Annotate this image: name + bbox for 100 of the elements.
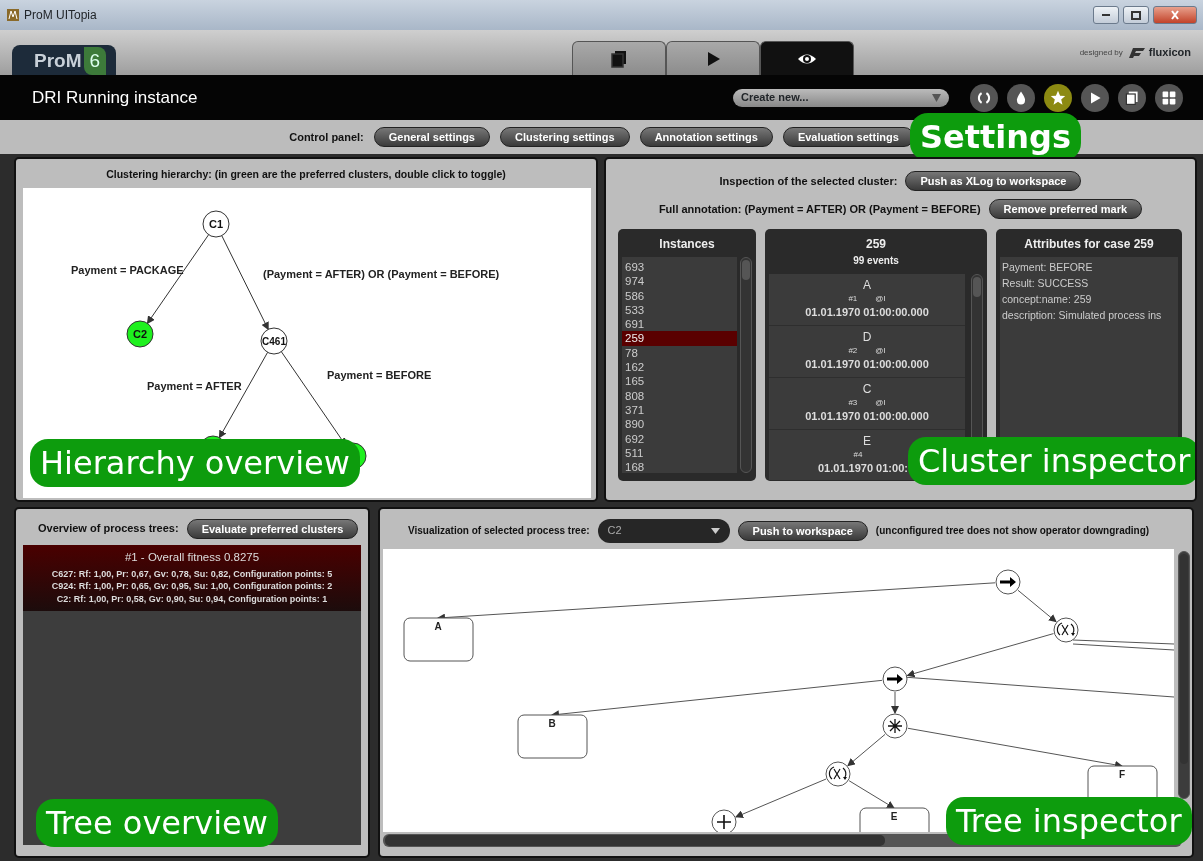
overview-label: Overview of process trees: [38,521,179,537]
remove-mark-button[interactable]: Remove preferred mark [988,199,1143,219]
attribute-text: description: Simulated process ins [1002,308,1163,323]
toolbar-button[interactable] [1081,83,1109,112]
annotation-text: Full annotation: (Payment = AFTER) OR (Payment = BEFORE) [658,201,981,217]
toolbar-button[interactable] [970,83,998,112]
event-index: #3 [848,398,858,408]
tree-edge [847,733,886,766]
settings-button[interactable]: Clustering settings [500,127,630,147]
event-index: #4 [853,450,863,460]
inspection-label: Inspection of the selected cluster: [719,173,898,189]
tree-dropdown[interactable]: C2 [597,518,730,543]
cluster-node[interactable]: C2 [126,320,154,348]
tree-edge [848,779,895,808]
push-xlog-button[interactable]: Push as XLog to workspace [905,171,1082,191]
instance-item[interactable]: 162 [622,360,737,375]
prom-logo: ProM 6 [12,45,117,75]
instance-item[interactable]: 974 [622,274,737,289]
instance-item[interactable]: 692 [622,431,737,446]
instance-title: DRI Running instance [32,86,198,109]
activity-node[interactable]: B [517,714,588,758]
cluster-node[interactable]: C461 [260,327,288,355]
column-title: Instances [658,236,716,253]
instance-item[interactable]: 511 [622,445,737,461]
view-tab[interactable] [665,41,760,75]
loop-operator-icon[interactable] [825,761,851,786]
designed-by-text: designed by [1079,46,1123,59]
result-title: #1 - Overall fitness 0.8275 [123,549,261,565]
tree-edge [891,691,899,714]
attribute-text: Payment: BEFORE [1002,260,1094,275]
view-tab[interactable] [759,41,854,75]
column-title: Attributes for case 259 [1023,236,1155,253]
instance-item[interactable]: 371 [622,402,737,418]
minimize-button[interactable] [1093,6,1119,24]
event-name: A [862,277,872,294]
toolbar-button[interactable] [1044,83,1072,112]
event-name: E [862,433,872,450]
or-operator-icon[interactable] [711,809,737,832]
push-workspace-button[interactable]: Push to workspace [737,520,868,541]
control-panel-label: Control panel: [289,129,364,145]
brand-text: fluxicon [1148,45,1191,61]
loop-operator-icon[interactable] [1053,617,1079,642]
instance-item[interactable]: 259 [622,331,737,346]
event-index: #2 [848,346,858,356]
close-button[interactable] [1153,6,1197,24]
maximize-button[interactable] [1123,6,1149,24]
instance-item[interactable]: 691 [622,317,737,332]
sequence-operator-icon[interactable] [995,569,1021,594]
copy-icon [608,48,629,69]
edge-label: (Payment = AFTER) OR (Payment = BEFORE) [263,267,500,280]
event-card[interactable]: C #3 @I 01.01.1970 01:00:00.000 [769,378,965,430]
trace-title: 259 [865,236,887,253]
edge-label: Payment = AFTER [147,379,242,392]
evaluate-button[interactable]: Evaluate preferred clusters [186,518,359,539]
result-text: C2: Rf: 1,00, Pr: 0,58, Gv: 0,90, Su: 0,94, Configuration points: 1 [55,592,329,606]
event-card[interactable]: D #2 @I 01.01.1970 01:00:00.000 [769,326,965,378]
sequence-operator-icon[interactable] [882,666,908,691]
view-tab[interactable] [571,41,666,75]
instance-item[interactable]: 890 [622,417,737,432]
event-time: 01.01.1970 01:00:00.000 [804,357,930,372]
tree-edge [1017,589,1057,622]
result-text: C627: Rf: 1,00, Pr: 0,67, Gv: 0,78, Su: 0,82, Configuration points: 5 [50,567,334,581]
toolbar-button[interactable] [1155,83,1183,112]
toolbar-button[interactable] [1118,83,1146,112]
window-title: ProM UITopia [24,7,97,24]
settings-button[interactable]: Annotation settings [639,127,773,147]
panel-title: Clustering hierarchy: (in green are the preferred clusters, double click to toggle) [105,167,507,182]
close-icon [1171,10,1179,20]
callout-tooltip: Hierarchy overview [30,439,360,487]
grid-icon [1161,89,1177,106]
result-card[interactable] [23,544,361,612]
instance-item[interactable]: 78 [622,345,737,361]
event-count: 99 events [852,254,900,268]
cluster-node[interactable]: C1 [202,210,230,238]
instance-item[interactable]: 693 [622,260,737,275]
parallel-operator-icon[interactable] [882,713,908,738]
event-card[interactable]: A #1 @I 01.01.1970 01:00:00.000 [769,274,965,326]
toolbar-button[interactable] [1007,83,1035,112]
event-time: 01.01.1970 01:00:00.000 [804,305,930,320]
settings-button[interactable]: General settings [373,127,490,147]
scrollbar[interactable] [740,257,752,473]
event-name: D [861,329,873,346]
event-name: C [861,381,873,398]
instance-item[interactable]: 165 [622,374,737,389]
caret-icon [932,93,941,102]
create-dropdown[interactable]: Create new... [733,88,949,107]
event-index: #1 [848,294,858,304]
activity-node[interactable]: E [859,807,930,832]
instance-item[interactable]: 808 [622,388,737,403]
edge-label: Payment = BEFORE [327,368,432,381]
event-lifecycle: @I [875,398,886,408]
instance-item[interactable]: 533 [622,302,737,318]
activity-node[interactable]: A [403,617,474,661]
star-icon [1050,89,1066,106]
scrollbar[interactable] [1178,550,1190,799]
minimize-icon [1101,13,1111,17]
copy-icon [1124,89,1140,106]
caret-icon [710,527,720,534]
instance-item[interactable]: 586 [622,288,737,303]
instance-item[interactable]: 168 [622,460,737,473]
